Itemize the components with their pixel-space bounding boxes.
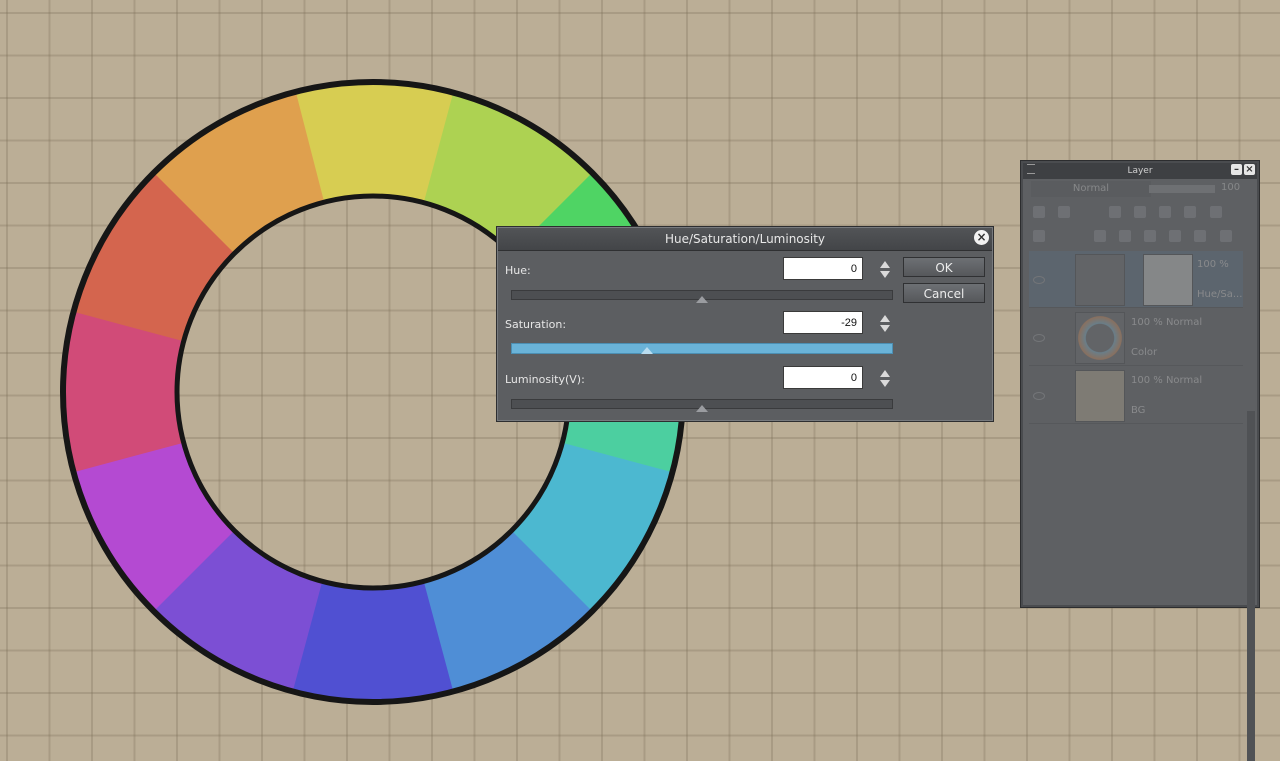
layer-toolbar-bottom <box>1029 227 1251 264</box>
chevron-down-icon[interactable] <box>1058 206 1071 218</box>
opacity-value[interactable]: 100 <box>1221 182 1240 193</box>
panel-title: Layer <box>1023 163 1257 179</box>
cancel-button[interactable]: Cancel <box>903 283 985 303</box>
saturation-slider-handle[interactable] <box>640 347 653 354</box>
mask-add-icon[interactable] <box>1219 230 1232 242</box>
layer-row-color[interactable]: 100 % Normal Color <box>1029 309 1243 366</box>
spin-up-icon[interactable] <box>880 261 890 268</box>
new-folder-icon[interactable] <box>1144 230 1157 242</box>
mask-icon[interactable] <box>1209 206 1222 218</box>
luminosity-slider-handle[interactable] <box>696 405 708 412</box>
spin-down-icon[interactable] <box>880 380 890 387</box>
new-vector-layer-icon[interactable] <box>1119 230 1132 242</box>
luminosity-spinner[interactable] <box>879 369 891 389</box>
layer-toolbar-top <box>1029 203 1251 221</box>
layer-name: Color <box>1131 347 1158 358</box>
reference-icon[interactable] <box>1134 206 1147 218</box>
dialog-title: Hue/Saturation/Luminosity <box>498 228 992 251</box>
saturation-slider[interactable] <box>511 343 893 354</box>
ok-button[interactable]: OK <box>903 257 985 277</box>
hue-slider-handle[interactable] <box>696 296 708 303</box>
layer-list-icon[interactable] <box>1033 230 1045 242</box>
paper-icon <box>1075 370 1125 422</box>
correction-icon <box>1075 254 1125 306</box>
spin-down-icon[interactable] <box>880 325 890 332</box>
close-icon[interactable]: × <box>1244 164 1255 175</box>
eye-icon[interactable] <box>1033 392 1045 400</box>
hue-field[interactable] <box>783 257 863 280</box>
hue-saturation-dialog: Hue/Saturation/Luminosity × Hue: Saturat… <box>496 226 994 422</box>
lock-transparency-icon[interactable] <box>1184 206 1197 218</box>
scrollbar[interactable] <box>1247 411 1255 761</box>
blend-mode-select[interactable]: Normal <box>1031 181 1151 197</box>
eye-icon[interactable] <box>1033 334 1045 342</box>
new-layer-icon[interactable] <box>1094 230 1107 242</box>
close-icon[interactable]: × <box>974 230 989 245</box>
luminosity-label: Luminosity(V): <box>505 373 585 386</box>
color-swatch-icon[interactable] <box>1033 206 1045 218</box>
layer-name: Hue/Sa... <box>1197 289 1243 300</box>
hue-slider[interactable] <box>511 290 893 303</box>
spin-down-icon[interactable] <box>880 271 890 278</box>
opacity-slider[interactable] <box>1149 185 1215 193</box>
hue-label: Hue: <box>505 264 531 277</box>
saturation-spinner[interactable] <box>879 314 891 334</box>
merge-icon[interactable] <box>1194 230 1207 242</box>
spin-up-icon[interactable] <box>880 315 890 322</box>
layer-mask-thumb <box>1143 254 1193 306</box>
layer-row-bg[interactable]: 100 % Normal BG <box>1029 367 1243 424</box>
saturation-field[interactable] <box>783 311 863 334</box>
layer-row-hue[interactable]: 100 % Hue/Sa... <box>1029 251 1243 308</box>
hue-spinner[interactable] <box>879 260 891 280</box>
layer-mode: 100 % <box>1197 259 1229 270</box>
color-wheel-icon <box>1075 312 1125 364</box>
luminosity-field[interactable] <box>783 366 863 389</box>
layer-name: BG <box>1131 405 1146 416</box>
layer-mode: 100 % Normal <box>1131 317 1203 328</box>
eye-icon[interactable] <box>1033 276 1045 284</box>
layer-panel: Layer – × Normal 100 100 % Hue/Sa... 100… <box>1020 160 1260 761</box>
luminosity-slider[interactable] <box>511 399 893 412</box>
transfer-icon[interactable] <box>1169 230 1182 242</box>
layer-mode: 100 % Normal <box>1131 375 1203 386</box>
menu-icon[interactable] <box>1027 164 1035 174</box>
saturation-label: Saturation: <box>505 318 567 331</box>
minimize-icon[interactable]: – <box>1231 164 1242 175</box>
clip-icon[interactable] <box>1109 206 1122 218</box>
spin-up-icon[interactable] <box>880 370 890 377</box>
lock-icon[interactable] <box>1159 206 1172 218</box>
